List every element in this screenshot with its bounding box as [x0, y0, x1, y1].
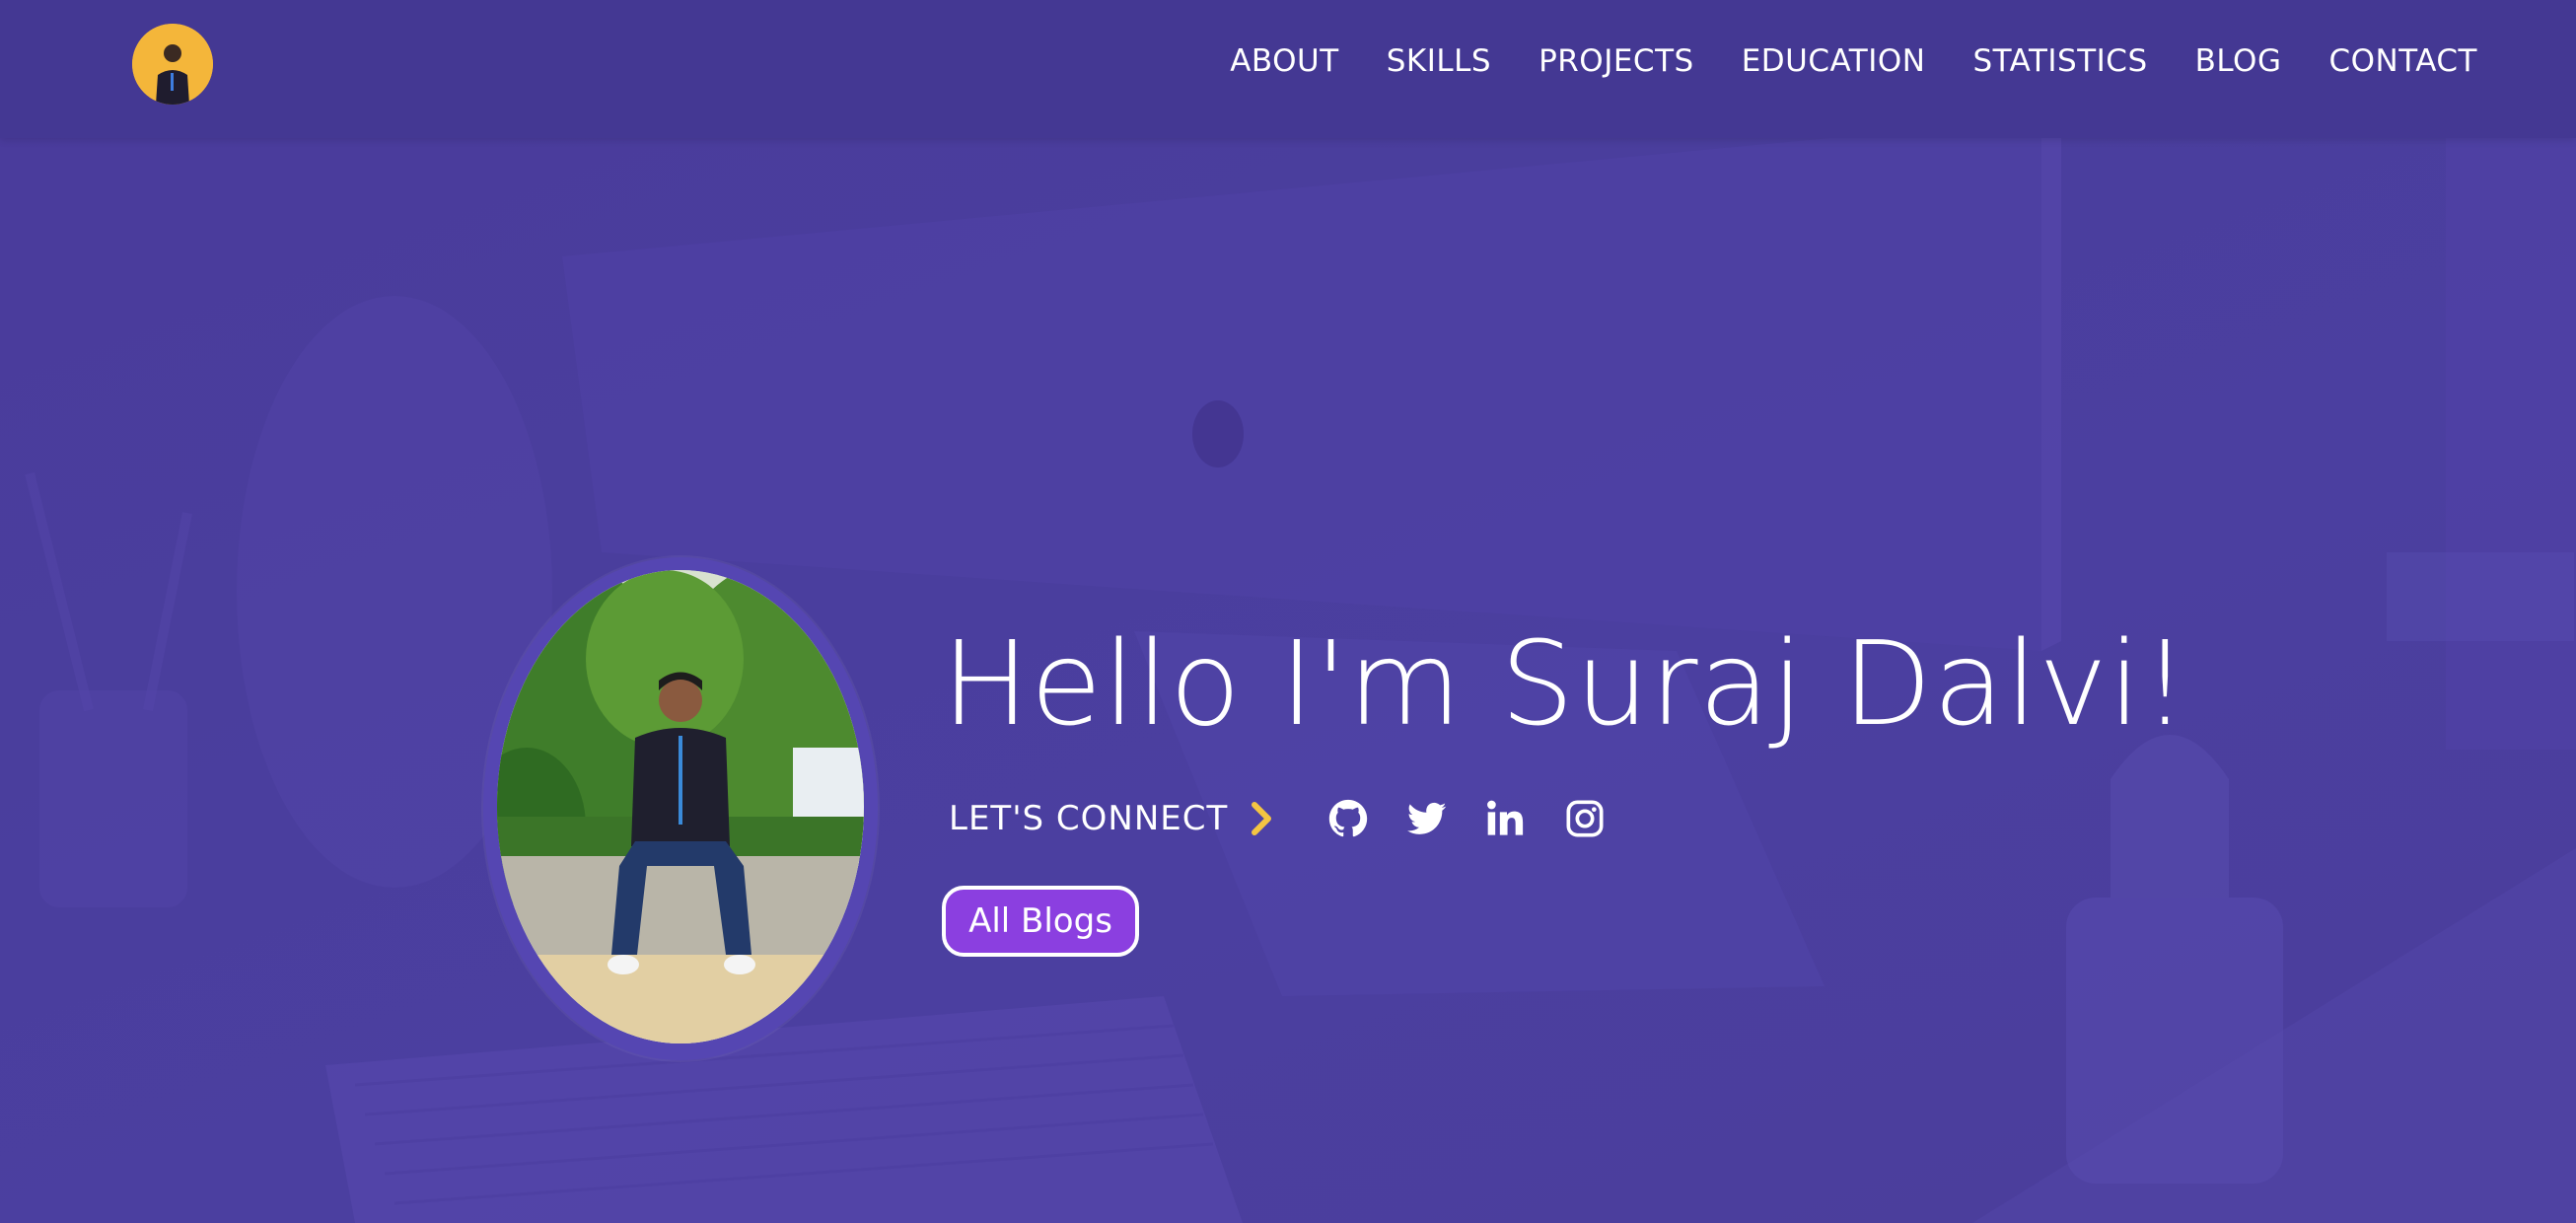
- profile-photo: [497, 570, 864, 1043]
- nav-link-skills[interactable]: SKILLS: [1363, 43, 1515, 79]
- navbar: ABOUT SKILLS PROJECTS EDUCATION STATISTI…: [0, 0, 2576, 138]
- page: ABOUT SKILLS PROJECTS EDUCATION STATISTI…: [0, 0, 2576, 1223]
- nav-link-about[interactable]: ABOUT: [1206, 43, 1362, 79]
- logo-avatar[interactable]: [132, 24, 213, 105]
- github-icon[interactable]: [1328, 799, 1368, 838]
- instagram-icon[interactable]: [1565, 799, 1605, 838]
- avatar-icon: [132, 24, 213, 105]
- chevron-right-icon: [1252, 802, 1272, 835]
- all-blogs-button[interactable]: All Blogs: [942, 886, 1139, 957]
- profile-photo-image: [497, 570, 864, 1043]
- nav-link-contact[interactable]: CONTACT: [2305, 43, 2501, 79]
- nav-link-education[interactable]: EDUCATION: [1718, 43, 1950, 79]
- nav-link-projects[interactable]: PROJECTS: [1515, 43, 1718, 79]
- social-links: [1328, 799, 1605, 838]
- hero-title: Hello I'm Suraj Dalvi!: [942, 615, 2189, 752]
- linkedin-icon[interactable]: [1486, 799, 1526, 838]
- twitter-icon[interactable]: [1407, 799, 1447, 838]
- lets-connect-label: LET'S CONNECT: [949, 799, 1229, 838]
- nav-link-statistics[interactable]: STATISTICS: [1949, 43, 2171, 79]
- nav-link-blog[interactable]: BLOG: [2172, 43, 2306, 79]
- nav-menu: ABOUT SKILLS PROJECTS EDUCATION STATISTI…: [1206, 0, 2501, 122]
- connect-row: LET'S CONNECT: [949, 789, 1605, 848]
